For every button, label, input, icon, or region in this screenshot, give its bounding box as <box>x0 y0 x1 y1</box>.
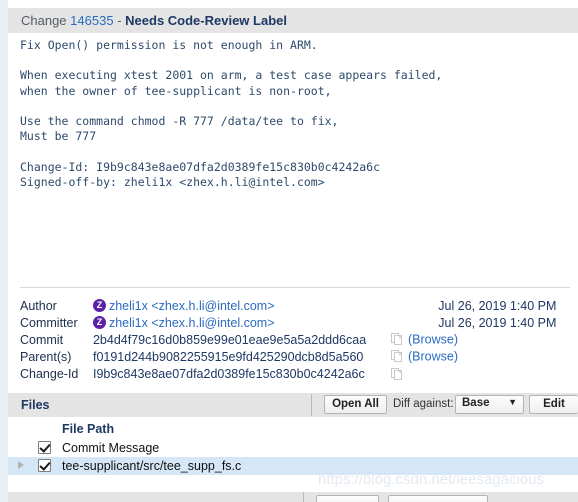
file-path-label[interactable]: Commit Message <box>62 441 159 455</box>
diff-against-label: Diff against: <box>393 398 454 410</box>
metadata-key: Commit <box>20 332 64 347</box>
avatar: Z <box>92 316 106 330</box>
diff-against-value: Base <box>462 397 490 409</box>
list-item[interactable]: Commit Message <box>8 439 578 457</box>
gerrit-change-page: Change 146535 - Needs Code-Review Label … <box>0 0 578 502</box>
bottom-toolbar-separator <box>303 492 304 502</box>
header-dash: - <box>117 13 122 28</box>
table-row: Commit 2b4d4f79c16d0b859e99e01eae9e5a5a2… <box>8 331 578 348</box>
metadata-value: Zzheli1x <zhex.h.li@intel.com> <box>92 297 391 314</box>
copy-icon[interactable] <box>391 350 404 363</box>
change-header: Change 146535 - Needs Code-Review Label <box>8 8 578 33</box>
metadata-extra <box>391 314 438 331</box>
metadata-value: Zzheli1x <zhex.h.li@intel.com> <box>92 314 391 331</box>
avatar: Z <box>92 299 106 313</box>
change-status: Needs Code-Review Label <box>125 13 287 28</box>
committer-date: Jul 26, 2019 1:40 PM <box>438 315 557 330</box>
commit-hash: 2b4d4f79c16d0b859e99e01eae9e5a5a2ddd6caa <box>92 332 367 347</box>
table-row: Change-Id I9b9c843e8ae07dfa2d0389fe15c83… <box>8 365 578 382</box>
metadata-key: Author <box>20 298 57 313</box>
file-path-label[interactable]: tee-supplicant/src/tee_supp_fs.c <box>62 459 241 473</box>
change-label: Change <box>21 13 67 28</box>
edit-button[interactable]: Edit <box>529 395 578 414</box>
diff-against-select[interactable]: Base ▼ <box>455 395 524 414</box>
metadata-divider <box>20 287 570 288</box>
metadata-value: f0191d244b9082255915e9fd425290dcb8d5a560 <box>93 348 391 365</box>
commit-message-text: Fix Open() permission is not enough in A… <box>8 33 578 281</box>
parent-browse-link[interactable]: (Browse) <box>408 350 458 364</box>
table-row: Author Zzheli1x <zhex.h.li@intel.com> Ju… <box>8 297 578 314</box>
watermark: https://blog.csdn.net/leesagacious <box>318 471 544 488</box>
bottom-toolbar-cutoff <box>8 492 578 502</box>
page-content: Change 146535 - Needs Code-Review Label … <box>8 0 578 502</box>
author-date: Jul 26, 2019 1:40 PM <box>438 298 557 313</box>
change-id-value: I9b9c843e8ae07dfa2d0389fe15c830b0c4242a6… <box>92 366 365 381</box>
committer-identity[interactable]: zheli1x <zhex.h.li@intel.com> <box>109 316 275 330</box>
bottom-button-right[interactable] <box>388 495 488 502</box>
metadata-key: Committer <box>20 315 78 330</box>
file-checkbox[interactable] <box>38 459 51 472</box>
table-row: Parent(s) f0191d244b9082255915e9fd425290… <box>8 348 578 365</box>
metadata-extra: (Browse) <box>391 331 578 348</box>
author-identity[interactable]: zheli1x <zhex.h.li@intel.com> <box>109 299 275 313</box>
metadata-table: Author Zzheli1x <zhex.h.li@intel.com> Ju… <box>8 297 578 382</box>
metadata-extra: (Browse) <box>391 348 578 365</box>
expand-triangle-icon[interactable] <box>18 461 24 469</box>
parent-hash: f0191d244b9082255915e9fd425290dcb8d5a560 <box>92 349 364 364</box>
files-section-title: Files <box>21 398 50 412</box>
copy-icon[interactable] <box>391 333 404 346</box>
metadata-value: 2b4d4f79c16d0b859e99e01eae9e5a5a2ddd6caa <box>93 331 391 348</box>
metadata-extra <box>391 365 578 382</box>
left-gutter <box>0 0 8 502</box>
commit-browse-link[interactable]: (Browse) <box>408 333 458 347</box>
toolbar-separator <box>311 394 312 416</box>
metadata-value: I9b9c843e8ae07dfa2d0389fe15c830b0c4242a6… <box>93 365 391 382</box>
table-row: Committer Zzheli1x <zhex.h.li@intel.com>… <box>8 314 578 331</box>
files-toolbar: Files Open All Diff against: Base ▼ Edit <box>8 393 578 417</box>
chevron-down-icon: ▼ <box>508 397 517 407</box>
metadata-extra <box>391 297 438 314</box>
file-path-column-header: File Path <box>62 422 115 436</box>
metadata-key: Parent(s) <box>20 349 72 364</box>
bottom-button-left[interactable] <box>316 495 379 502</box>
file-checkbox[interactable] <box>38 441 51 454</box>
metadata-key: Change-Id <box>20 366 79 381</box>
change-metadata: Author Zzheli1x <zhex.h.li@intel.com> Ju… <box>8 297 578 382</box>
file-list-header: File Path <box>8 419 578 439</box>
copy-icon[interactable] <box>391 367 404 381</box>
open-all-button[interactable]: Open All <box>324 395 387 414</box>
change-number[interactable]: 146535 <box>70 13 113 28</box>
